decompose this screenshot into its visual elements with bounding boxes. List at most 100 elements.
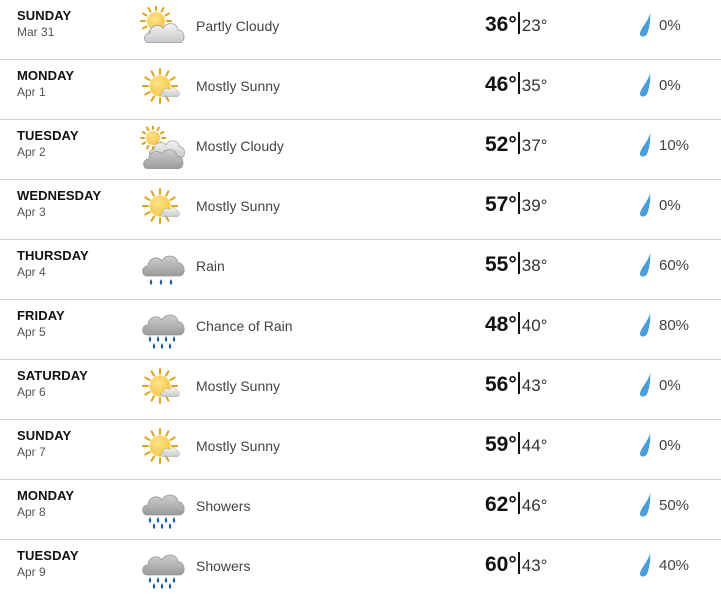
- forecast-row[interactable]: SATURDAY Apr 6 Mostly Sunny 56° 43° 0%: [0, 360, 721, 420]
- day-name: WEDNESDAY: [17, 188, 102, 203]
- day-name: THURSDAY: [17, 248, 89, 263]
- precip-chance: 10%: [659, 137, 690, 154]
- high-temp: 36°: [485, 13, 517, 36]
- high-temp: 62°: [485, 493, 517, 516]
- temp-divider: [517, 312, 520, 334]
- day-date: Apr 7: [17, 445, 46, 459]
- high-temp: 48°: [485, 313, 517, 336]
- forecast-list: SUNDAY Mar 31 Partly Cloudy 36° 23° 0% MO…: [0, 0, 721, 600]
- forecast-row[interactable]: WEDNESDAY Apr 3 Mostly Sunny 57° 39° 0%: [0, 180, 721, 240]
- temperature-range: 57° 39°: [485, 192, 547, 217]
- day-date: Apr 8: [17, 505, 46, 519]
- low-temp: 38°: [521, 256, 548, 275]
- condition-text: Mostly Sunny: [196, 198, 281, 214]
- temp-divider: [517, 12, 520, 34]
- temperature-range: 46° 35°: [485, 72, 547, 97]
- temp-divider: [517, 72, 520, 94]
- temperature-range: 52° 37°: [485, 132, 547, 157]
- heavy-rain-icon: [138, 306, 186, 350]
- temp-divider: [517, 492, 520, 514]
- high-temp: 56°: [485, 373, 517, 396]
- day-name: FRIDAY: [17, 308, 65, 323]
- day-name: SUNDAY: [17, 428, 72, 443]
- precip-chance: 0%: [659, 197, 681, 214]
- precip-chance: 0%: [659, 377, 681, 394]
- condition-text: Rain: [196, 258, 225, 274]
- raindrop-icon: [637, 372, 653, 398]
- low-temp: 46°: [521, 496, 548, 515]
- low-temp: 37°: [521, 136, 548, 155]
- raindrop-icon: [637, 192, 653, 218]
- forecast-row[interactable]: MONDAY Apr 1 Mostly Sunny 46° 35° 0%: [0, 60, 721, 120]
- mostly-sunny-icon: [138, 426, 186, 470]
- partly-cloudy-icon: [138, 6, 186, 50]
- condition-text: Showers: [196, 498, 251, 514]
- high-temp: 60°: [485, 553, 517, 576]
- temperature-range: 56° 43°: [485, 372, 547, 397]
- day-date: Apr 4: [17, 265, 46, 279]
- day-date: Apr 5: [17, 325, 46, 339]
- precip-chance: 0%: [659, 77, 681, 94]
- high-temp: 59°: [485, 433, 517, 456]
- day-name: TUESDAY: [17, 128, 79, 143]
- low-temp: 40°: [521, 316, 548, 335]
- raindrop-icon: [637, 132, 653, 158]
- forecast-row[interactable]: MONDAY Apr 8 Showers 62° 46° 50%: [0, 480, 721, 540]
- low-temp: 44°: [521, 436, 548, 455]
- condition-text: Showers: [196, 558, 251, 574]
- day-date: Apr 9: [17, 565, 46, 579]
- raindrop-icon: [637, 312, 653, 338]
- high-temp: 57°: [485, 193, 517, 216]
- temperature-range: 60° 43°: [485, 552, 547, 577]
- forecast-row[interactable]: TUESDAY Apr 2 Mostly Cloudy 52° 37° 10%: [0, 120, 721, 180]
- forecast-row[interactable]: TUESDAY Apr 9 Showers 60° 43° 40%: [0, 540, 721, 600]
- raindrop-icon: [637, 432, 653, 458]
- precip-chance: 0%: [659, 437, 681, 454]
- day-date: Mar 31: [17, 25, 55, 39]
- temp-divider: [517, 192, 520, 214]
- raindrop-icon: [637, 552, 653, 578]
- temp-divider: [517, 252, 520, 274]
- forecast-row[interactable]: FRIDAY Apr 5 Chance of Rain 48° 40° 80%: [0, 300, 721, 360]
- condition-text: Mostly Sunny: [196, 78, 281, 94]
- forecast-row[interactable]: THURSDAY Apr 4 Rain 55° 38° 60%: [0, 240, 721, 300]
- temperature-range: 59° 44°: [485, 432, 547, 457]
- day-date: Apr 6: [17, 385, 46, 399]
- precip-chance: 80%: [659, 317, 690, 334]
- forecast-row[interactable]: SUNDAY Apr 7 Mostly Sunny 59° 44° 0%: [0, 420, 721, 480]
- condition-text: Mostly Cloudy: [196, 138, 284, 154]
- condition-text: Mostly Sunny: [196, 438, 281, 454]
- showers-icon: [138, 546, 186, 590]
- condition-text: Partly Cloudy: [196, 18, 280, 34]
- condition-text: Chance of Rain: [196, 318, 293, 334]
- day-date: Apr 1: [17, 85, 46, 99]
- condition-text: Mostly Sunny: [196, 378, 281, 394]
- temp-divider: [517, 372, 520, 394]
- day-date: Apr 3: [17, 205, 46, 219]
- day-name: SUNDAY: [17, 8, 72, 23]
- raindrop-icon: [637, 252, 653, 278]
- temperature-range: 36° 23°: [485, 12, 547, 37]
- high-temp: 46°: [485, 73, 517, 96]
- temp-divider: [517, 432, 520, 454]
- low-temp: 23°: [521, 16, 548, 35]
- high-temp: 55°: [485, 253, 517, 276]
- temp-divider: [517, 552, 520, 574]
- precip-chance: 50%: [659, 497, 690, 514]
- raindrop-icon: [637, 72, 653, 98]
- raindrop-icon: [637, 492, 653, 518]
- day-name: TUESDAY: [17, 548, 79, 563]
- day-date: Apr 2: [17, 145, 46, 159]
- temperature-range: 55° 38°: [485, 252, 547, 277]
- mostly-sunny-icon: [138, 186, 186, 230]
- temperature-range: 48° 40°: [485, 312, 547, 337]
- low-temp: 39°: [521, 196, 548, 215]
- mostly-cloudy-icon: [138, 126, 186, 170]
- precip-chance: 0%: [659, 17, 681, 34]
- showers-icon: [138, 486, 186, 530]
- raindrop-icon: [637, 12, 653, 38]
- temperature-range: 62° 46°: [485, 492, 547, 517]
- forecast-row[interactable]: SUNDAY Mar 31 Partly Cloudy 36° 23° 0%: [0, 0, 721, 60]
- rain-icon: [138, 246, 186, 290]
- mostly-sunny-icon: [138, 66, 186, 110]
